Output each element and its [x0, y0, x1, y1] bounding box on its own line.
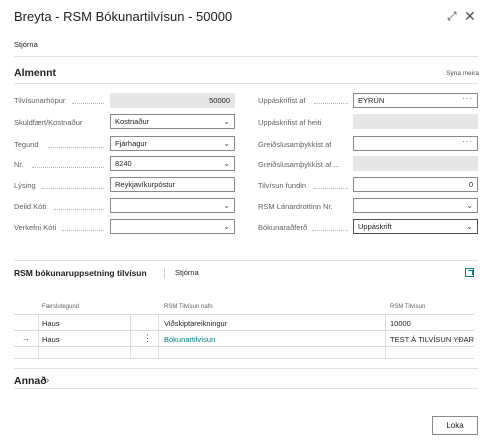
reference-name-cell[interactable]: Bókunartilvísun	[164, 335, 215, 344]
posting-method-select[interactable]: Uppáskrift ⌄	[353, 219, 478, 234]
leader-dots	[54, 209, 104, 210]
leader-dots	[314, 188, 348, 189]
field-label-posting-method: Bókunaraðferð	[258, 223, 308, 232]
number-value: 8240	[115, 159, 132, 168]
number-select[interactable]: 8240 ⌄	[110, 156, 235, 171]
chevron-down-icon: ⌄	[223, 139, 230, 148]
chevron-right-icon[interactable]: ›	[46, 375, 49, 386]
leader-dots	[48, 147, 104, 148]
entry-type-cell[interactable]: Haus	[42, 335, 60, 344]
more-options-icon[interactable]: ⋮	[143, 333, 152, 344]
subpage-manage-action[interactable]: Stjórna	[175, 268, 199, 277]
field-label-payment-approved-by: Greiðslusamþykkist af	[258, 140, 332, 149]
column-header-reference[interactable]: RSM Tilvísun	[390, 304, 425, 310]
field-label-approved-by-name: Uppáskrifist af heiti	[258, 118, 322, 127]
field-label-reference-found: Tilvísun fundin	[258, 181, 307, 190]
leader-dots	[312, 230, 348, 231]
payment-approved-by-lookup[interactable]: ···	[353, 136, 478, 151]
debit-cost-value: Kostnaður	[115, 117, 150, 126]
leader-dots	[62, 230, 104, 231]
grid-line	[385, 314, 386, 358]
column-header-entry-type[interactable]: Færslutegund	[42, 304, 79, 310]
approved-by-value: EYRUN	[358, 96, 385, 105]
chevron-down-icon: ⌄	[223, 222, 230, 231]
page-title: Breyta - RSM Bókunartilvísun - 50000	[14, 9, 233, 24]
divider	[14, 56, 478, 57]
field-label-description: Lýsing	[14, 181, 36, 190]
grid-line	[130, 314, 131, 358]
share-icon[interactable]	[465, 268, 474, 277]
leader-dots	[314, 103, 348, 104]
leader-dots	[42, 188, 104, 189]
close-icon[interactable]: ✕	[464, 9, 476, 23]
show-more-link[interactable]: Sýna meira	[446, 70, 479, 77]
type-select[interactable]: Fjárhagur ⌄	[110, 136, 235, 151]
section-divider	[14, 260, 478, 261]
chevron-down-icon: ⌄	[466, 222, 473, 231]
type-value: Fjárhagur	[115, 139, 148, 148]
reference-cell[interactable]: 10000	[390, 319, 411, 328]
chevron-down-icon: ⌄	[223, 117, 230, 126]
reference-found-value: 0	[468, 180, 473, 189]
chevron-down-icon: ⌄	[466, 201, 473, 210]
field-label-department-code: Deild Kóti	[14, 202, 47, 211]
project-code-select[interactable]: ⌄	[110, 219, 235, 234]
subpage-title: RSM bókunaruppsetning tilvísun	[14, 268, 147, 278]
debit-cost-select[interactable]: Kostnaður ⌄	[110, 114, 235, 129]
general-section-title[interactable]: Almennt	[14, 67, 56, 79]
close-button[interactable]: Loka	[432, 416, 478, 435]
reference-found-input[interactable]: 0	[353, 177, 478, 192]
reference-group-field: 50000	[110, 93, 235, 108]
chevron-down-icon: ⌄	[223, 201, 230, 210]
grid-line	[14, 358, 474, 359]
approved-by-lookup[interactable]: EYRUN ···	[353, 93, 478, 108]
section-divider	[14, 83, 478, 84]
leader-dots	[72, 103, 104, 104]
description-value: Reykjavíkurpóstur	[115, 180, 176, 189]
department-code-select[interactable]: ⌄	[110, 198, 235, 213]
payment-approved-by-name-field	[353, 156, 478, 171]
grid-line	[14, 346, 474, 347]
expand-icon[interactable]: ⤢	[447, 9, 457, 23]
chevron-down-icon: ⌄	[223, 159, 230, 168]
ellipsis-icon[interactable]: ···	[462, 137, 473, 148]
grid-line	[14, 330, 474, 331]
description-input[interactable]: Reykjavíkurpóstur	[110, 177, 235, 192]
column-header-reference-name[interactable]: RSM Tilvísun nafn	[164, 304, 213, 310]
field-label-debit-cost: Skuldfært/Kostnaður	[14, 118, 83, 127]
manage-action[interactable]: Stjórna	[14, 40, 38, 49]
divider	[164, 268, 165, 279]
field-label-payment-approved-by-name: Greiðslusamþykkist af ...	[258, 160, 340, 169]
grid-line	[38, 314, 39, 358]
field-label-vendor-number: RSM Lánardrottinn Nr.	[258, 202, 333, 211]
field-label-project-code: Verkefni Kóti	[14, 223, 57, 232]
reference-name-cell[interactable]: Viðskiptareikningur	[164, 319, 227, 328]
reference-cell[interactable]: TEST Á TILVÍSUN YÐAR	[390, 335, 474, 344]
field-label-number: Nr.	[14, 160, 24, 169]
grid-line	[14, 314, 474, 315]
grid-line	[158, 314, 159, 358]
ellipsis-icon[interactable]: ···	[462, 94, 473, 105]
field-label-approved-by: Uppáskrifist af	[258, 96, 306, 105]
posting-method-value: Uppáskrift	[358, 222, 392, 231]
other-section-title[interactable]: Annað	[14, 375, 47, 387]
arrow-right-icon: →	[22, 334, 30, 343]
entry-type-cell[interactable]: Haus	[42, 319, 60, 328]
reference-group-value: 50000	[209, 96, 230, 105]
section-divider	[14, 388, 478, 389]
approved-by-name-field	[353, 114, 478, 129]
section-divider	[14, 368, 478, 369]
vendor-number-select[interactable]: ⌄	[353, 198, 478, 213]
leader-dots	[32, 167, 104, 168]
